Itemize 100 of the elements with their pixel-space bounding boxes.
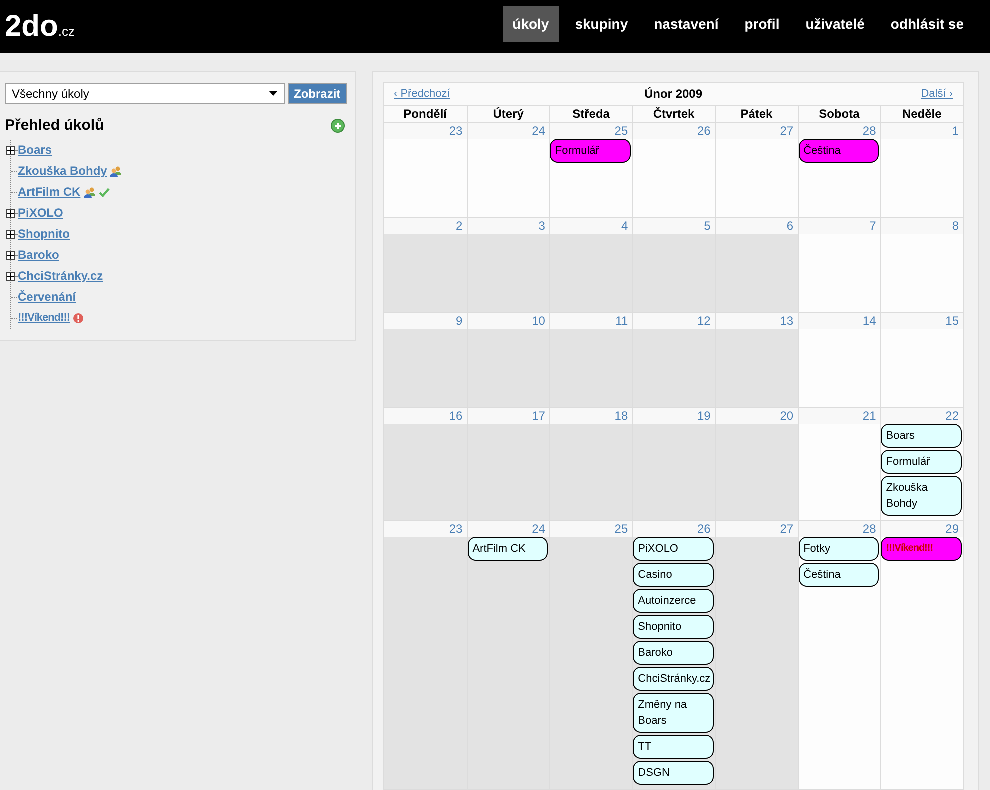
day-number: 22 [881,408,963,424]
expand-icon[interactable] [6,146,15,154]
day-number: 7 [798,218,880,234]
day-number: 28 [798,521,880,537]
day-cell[interactable]: 10 [466,313,550,407]
day-cell[interactable]: 20 [714,408,798,520]
filter-dropdown[interactable]: Všechny úkoly [5,83,285,104]
day-number: 28 [798,123,880,139]
task-link[interactable]: PiXOLO [18,204,64,222]
day-cell[interactable]: 7 [798,218,880,312]
show-button[interactable]: Zobrazit [288,83,347,104]
nav-tab[interactable]: profil [734,6,790,42]
add-icon[interactable] [331,119,345,134]
task-link[interactable]: Shopnito [18,225,70,243]
day-cell[interactable]: 23 [384,521,467,789]
day-number: 11 [550,313,632,329]
event-chip[interactable]: Čeština [798,563,880,587]
day-cell[interactable]: 25 [549,521,632,789]
day-cell[interactable]: 28 Fotky Čeština [798,521,880,789]
event-chip[interactable]: Formulář [881,450,962,474]
task-link[interactable]: Zkouška Bohdy [18,162,108,180]
expand-icon[interactable] [6,250,15,260]
event-chip[interactable]: Boars [881,424,962,448]
day-cell[interactable]: 28 Čeština [798,123,880,217]
day-cell[interactable]: 18 [549,408,632,520]
day-number: 15 [881,313,963,329]
nav-tab[interactable]: uživatelé [796,6,875,42]
weekday-header: Neděle [880,106,963,122]
event-chip[interactable]: Zkouška Bohdy [881,476,962,516]
day-cell[interactable]: 12 [632,313,715,407]
day-cell[interactable]: 26 PiXOLO Casino Autoinzerce Shopnito Baroko ChciStránky.cz Změny na Boars TT DSGN [632,521,715,789]
previous-link[interactable]: ‹ Předchozí [394,86,514,102]
task-link[interactable]: ChciStránky.cz [18,267,104,285]
day-cell[interactable]: 6 [714,218,798,312]
day-cell[interactable]: 16 [384,408,467,520]
day-cell[interactable]: 29 !!!Víkend!!! [880,521,963,789]
day-cell[interactable]: 25 Formulář [549,123,632,217]
day-number: 17 [468,408,550,424]
event-chip[interactable]: ChciStránky.cz [633,667,714,691]
nav-tab[interactable]: skupiny [565,6,638,42]
day-cell[interactable]: 5 [632,218,715,312]
event-chip[interactable]: Čeština [798,139,880,163]
day-cell[interactable]: 15 [880,313,963,407]
day-cell[interactable]: 19 [632,408,715,520]
day-cell[interactable]: 17 [466,408,550,520]
day-number: 24 [468,521,550,537]
day-number: 25 [550,521,632,537]
day-cell[interactable]: 11 [549,313,632,407]
nav-tab[interactable]: nastavení [644,6,729,42]
event-chip[interactable]: Formulář [550,139,632,163]
day-number: 6 [716,218,798,234]
day-number: 27 [716,521,798,537]
logo-suffix: .cz [58,22,75,40]
day-cell[interactable]: 27 [714,123,798,217]
task-link[interactable]: ArtFilm CK [18,183,81,201]
day-cell[interactable]: 26 [632,123,715,217]
event-chip[interactable]: PiXOLO [633,537,714,561]
day-cell[interactable]: 22 Boars Formulář Zkouška Bohdy [880,408,963,520]
day-number: 5 [633,218,715,234]
day-cell[interactable]: 3 [466,218,550,312]
event-chip[interactable]: Shopnito [633,615,714,639]
day-number: 14 [798,313,880,329]
expand-icon[interactable] [6,208,15,218]
weekday-header: Středa [549,106,632,122]
section-title: Přehled úkolů [5,116,104,136]
expand-icon[interactable] [6,272,15,280]
task-link[interactable]: Boars [18,141,52,159]
day-cell[interactable]: 24 [466,123,550,217]
day-cell[interactable]: 1 [880,123,963,217]
day-cell[interactable]: 8 [880,218,963,312]
task-link[interactable]: !!!Víkend!!! [18,310,70,326]
event-chip[interactable]: ArtFilm CK [468,537,548,561]
event-chip[interactable]: DSGN [633,761,714,785]
event-chip[interactable]: Autoinzerce [633,589,714,613]
expand-icon[interactable] [6,230,15,238]
day-cell[interactable]: 14 [798,313,880,407]
day-cell[interactable]: 24 ArtFilm CK [466,521,550,789]
event-chip[interactable]: Casino [633,563,714,587]
day-cell[interactable]: 4 [549,218,632,312]
day-number: 20 [716,408,798,424]
day-cell[interactable]: 21 [798,408,880,520]
day-cell[interactable]: 9 [384,313,467,407]
nav-tab[interactable]: odhlásit se [880,6,974,42]
event-chip[interactable]: TT [633,735,714,759]
event-chip[interactable]: Fotky [798,537,880,561]
day-cell[interactable]: 27 [714,521,798,789]
day-number: 19 [633,408,715,424]
event-chip[interactable]: Změny na Boars [633,693,714,733]
event-chip[interactable]: Baroko [633,641,714,665]
task-link[interactable]: Baroko [18,246,60,264]
task-link[interactable]: Červenání [18,288,76,306]
day-cell[interactable]: 2 [384,218,467,312]
day-number: 26 [633,521,715,537]
day-number: 9 [384,313,467,329]
day-number: 26 [633,123,715,139]
logo[interactable]: 2do [5,12,58,42]
next-link[interactable]: Další › [833,86,953,102]
day-number: 2 [384,218,467,234]
nav-tab[interactable]: úkoly [502,6,560,42]
day-cell[interactable]: 13 [714,313,798,407]
